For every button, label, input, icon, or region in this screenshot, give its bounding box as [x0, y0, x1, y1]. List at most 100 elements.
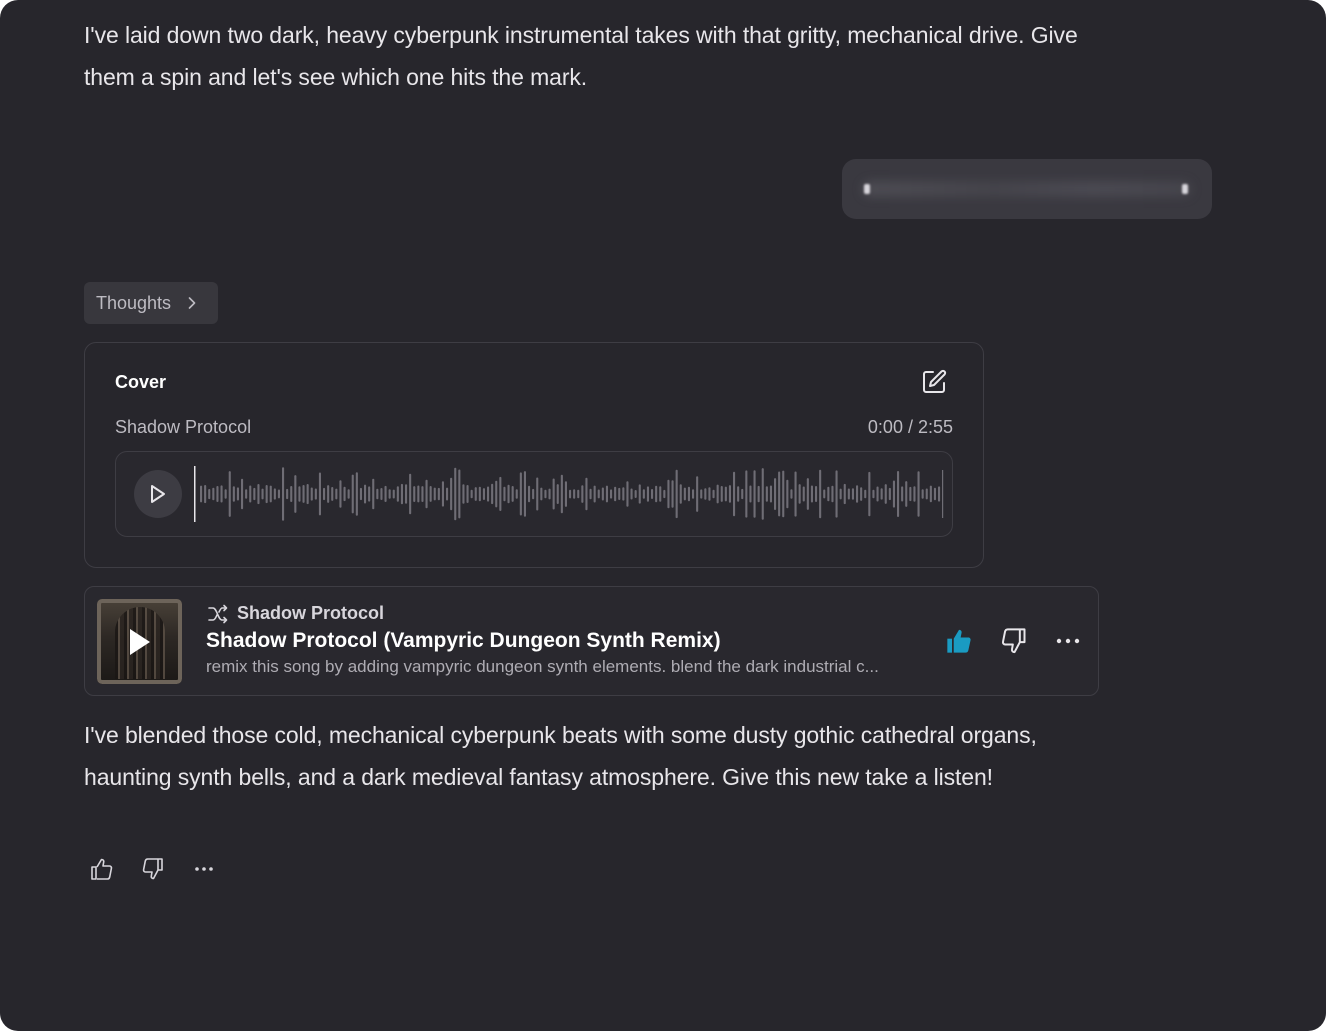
- assistant-message-intro: I've laid down two dark, heavy cyberpunk…: [84, 22, 1078, 90]
- waveform-bar: [663, 489, 666, 499]
- waveform-bar: [400, 483, 403, 505]
- waveform-bar: [495, 480, 498, 508]
- waveform-scrubber[interactable]: [194, 464, 944, 524]
- waveform-bar: [708, 487, 711, 501]
- waveform-bar: [200, 485, 203, 503]
- waveform-bar: [634, 490, 637, 498]
- waveform-bar: [409, 473, 412, 515]
- waveform-bar: [679, 484, 682, 504]
- waveform-bar: [421, 486, 424, 502]
- message-more-button[interactable]: [187, 852, 221, 886]
- waveform-bar: [441, 481, 444, 507]
- thumbs-down-icon: [1001, 628, 1026, 654]
- waveform-bar: [208, 489, 211, 500]
- waveform-bar: [605, 485, 608, 503]
- waveform-bar: [769, 485, 772, 503]
- waveform-bar: [909, 486, 912, 502]
- waveform-bar: [757, 485, 760, 503]
- track-more-button[interactable]: [1051, 624, 1085, 658]
- waveform-bar: [712, 489, 715, 499]
- waveform-bar: [511, 486, 514, 502]
- message-dislike-button[interactable]: [136, 852, 170, 886]
- waveform-bar: [745, 470, 748, 518]
- waveform-bar: [638, 484, 641, 504]
- waveform-bar: [286, 488, 289, 500]
- waveform-bar: [671, 480, 674, 508]
- waveform-bar: [733, 471, 736, 517]
- waveform-bar: [761, 468, 764, 520]
- waveform-bar: [273, 488, 276, 500]
- edit-icon: [923, 369, 947, 393]
- waveform-bar: [396, 486, 399, 502]
- waveform-bar: [626, 481, 629, 507]
- waveform-bar: [913, 486, 916, 502]
- waveform-bar: [359, 487, 362, 501]
- waveform-bar: [806, 478, 809, 510]
- waveform-bar: [470, 489, 473, 499]
- chevron-right-icon: [186, 297, 198, 309]
- waveform-bar: [872, 489, 875, 499]
- waveform-bar: [450, 477, 453, 511]
- waveform-bar: [314, 488, 317, 500]
- waveform-bar: [417, 485, 420, 503]
- thoughts-toggle[interactable]: Thoughts: [84, 282, 218, 324]
- waveform-bar: [929, 485, 932, 503]
- track-like-button[interactable]: [942, 624, 976, 658]
- waveform-bar: [933, 487, 936, 501]
- waveform-bar: [343, 486, 346, 502]
- waveform-bar: [327, 485, 330, 503]
- waveform-bar: [696, 476, 699, 512]
- play-button[interactable]: [134, 470, 182, 518]
- waveform-bar: [847, 488, 850, 500]
- waveform-bar: [220, 485, 223, 503]
- track-thumbnail-play[interactable]: [97, 599, 182, 684]
- waveform-bar: [507, 484, 510, 504]
- waveform-bar: [610, 489, 613, 499]
- waveform-bar: [749, 485, 752, 503]
- waveform-bar: [569, 489, 572, 499]
- waveform-bar: [540, 487, 543, 501]
- edit-button[interactable]: [919, 367, 949, 397]
- thumbs-up-icon: [91, 858, 113, 880]
- waveform-bar: [655, 485, 658, 503]
- waveform-bar: [827, 486, 830, 502]
- waveform-bar: [523, 471, 526, 517]
- waveform-bar: [347, 489, 350, 499]
- waveform-bar: [851, 488, 854, 500]
- assistant-message-outro: I've blended those cold, mechanical cybe…: [84, 722, 1037, 790]
- message-like-button[interactable]: [85, 852, 119, 886]
- waveform-bar: [905, 481, 908, 507]
- track-dislike-button[interactable]: [997, 624, 1031, 658]
- waveform-bar: [355, 472, 358, 516]
- waveform-bar: [622, 487, 625, 501]
- playback-time: 0:00 / 2:55: [867, 417, 953, 437]
- waveform-bar: [392, 489, 395, 499]
- thoughts-label: Thoughts: [96, 292, 172, 313]
- waveform-bar: [269, 485, 272, 503]
- waveform-bar: [298, 486, 301, 502]
- waveform-bar: [667, 479, 670, 509]
- waveform-bar: [454, 467, 457, 521]
- waveform-bar: [880, 488, 883, 500]
- waveform-bar: [938, 486, 941, 502]
- waveform-bar: [794, 471, 797, 517]
- waveform-bar: [659, 486, 662, 502]
- thumbs-down-icon: [142, 858, 163, 880]
- waveform-bar: [458, 469, 461, 519]
- waveform-bar: [560, 474, 563, 514]
- waveform-bar: [737, 486, 740, 502]
- waveform-bar: [249, 485, 252, 503]
- track-card[interactable]: Shadow Protocol Shadow Protocol (Vampyri…: [84, 586, 1099, 696]
- waveform-bar: [642, 489, 645, 499]
- waveform-bar: [815, 486, 818, 502]
- shuffle-icon: [208, 604, 228, 623]
- waveform-bar: [376, 488, 379, 500]
- waveform-bar: [823, 489, 826, 499]
- waveform-bar: [405, 484, 408, 504]
- waveform-bar: [519, 472, 522, 516]
- waveform-bar: [204, 485, 207, 504]
- user-message-bubble-redacted: [842, 159, 1212, 219]
- waveform-bar: [802, 486, 805, 502]
- waveform-bar: [753, 470, 756, 518]
- waveform-bar: [306, 484, 309, 505]
